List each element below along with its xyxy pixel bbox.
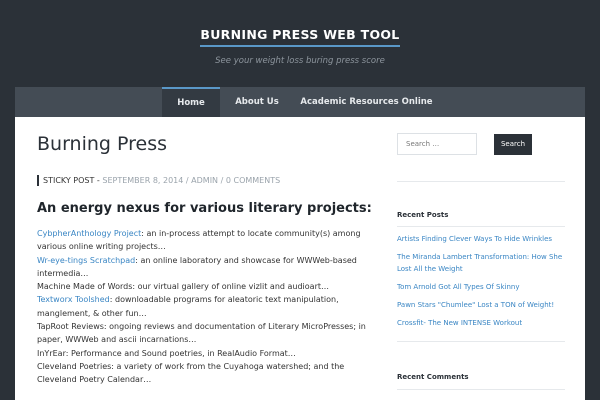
main-navigation: Home About Us Academic Resources Online: [15, 87, 585, 117]
search-button[interactable]: Search: [494, 134, 532, 155]
recent-post-link[interactable]: Crossfit- The New INTENSE Workout: [397, 317, 565, 329]
entry-link[interactable]: CybpherAnthology Project: [37, 229, 141, 238]
entry-line: Textworx Toolshed: downloadable programs…: [37, 293, 367, 320]
entry-text: TapRoot Reviews: ongoing reviews and doc…: [37, 322, 366, 345]
site-title-link[interactable]: BURNING PRESS WEB TOOL: [200, 27, 400, 47]
entry-link[interactable]: Wr-eye-tings Scratchpad: [37, 256, 135, 265]
divider: [397, 389, 565, 390]
meta-separator: /: [220, 176, 224, 185]
site-tagline: See your weight loss buring press score: [215, 56, 385, 66]
entry-line: Wr-eye-tings Scratchpad: an online labor…: [37, 254, 367, 281]
entry-line: Cleveland Poetries: a variety of work fr…: [37, 360, 367, 387]
divider: [397, 226, 565, 227]
entry-line: InYrEar: Performance and Sound poetries,…: [37, 347, 367, 360]
entry-text: InYrEar: Performance and Sound poetries,…: [37, 348, 296, 358]
meta-separator: /: [185, 176, 189, 185]
recent-posts-title: Recent Posts: [397, 211, 449, 219]
entry-line: Machine Made of Words: our virtual galle…: [37, 280, 367, 293]
divider: [397, 181, 565, 182]
divider: [397, 341, 565, 342]
recent-post-link[interactable]: Pawn Stars "Chumlee" Lost a TON of Weigh…: [397, 299, 565, 311]
post-date-link[interactable]: SEPTEMBER 8, 2014: [102, 176, 183, 185]
entry-line: CybpherAnthology Project: an in-process …: [37, 227, 367, 254]
search-input[interactable]: [397, 133, 477, 155]
entry-text: Machine Made of Words: our virtual galle…: [37, 282, 330, 292]
entry-line: TapRoot Reviews: ongoing reviews and doc…: [37, 320, 367, 347]
content-area: Burning Press STICKY POST - SEPTEMBER 8,…: [15, 117, 585, 400]
nav-item-academic-resources[interactable]: Academic Resources Online: [299, 87, 434, 117]
post-title[interactable]: Burning Press: [37, 133, 167, 155]
recent-posts-list: Artists Finding Clever Ways To Hide Wrin…: [397, 233, 565, 335]
post-comments-link[interactable]: 0 COMMENTS: [226, 176, 280, 185]
post-heading: An energy nexus for various literary pro…: [37, 201, 372, 216]
sticky-label: STICKY POST -: [43, 176, 100, 185]
post-author-link[interactable]: ADMIN: [191, 176, 218, 185]
post-meta: STICKY POST - SEPTEMBER 8, 2014 / ADMIN …: [37, 175, 280, 186]
recent-post-link[interactable]: Tom Arnold Got All Types Of Skinny: [397, 281, 565, 293]
recent-post-link[interactable]: The Miranda Lambert Transformation: How …: [397, 251, 565, 275]
entry-text: Cleveland Poetries: a variety of work fr…: [37, 361, 345, 385]
entry-link[interactable]: Textworx Toolshed: [37, 295, 110, 304]
recent-post-link[interactable]: Artists Finding Clever Ways To Hide Wrin…: [397, 233, 565, 245]
post-body: CybpherAnthology Project: an in-process …: [37, 227, 367, 387]
recent-comments-title: Recent Comments: [397, 373, 469, 381]
site-title: BURNING PRESS WEB TOOL: [0, 24, 600, 47]
nav-item-about-us[interactable]: About Us: [227, 87, 287, 117]
nav-item-home[interactable]: Home: [162, 87, 220, 117]
